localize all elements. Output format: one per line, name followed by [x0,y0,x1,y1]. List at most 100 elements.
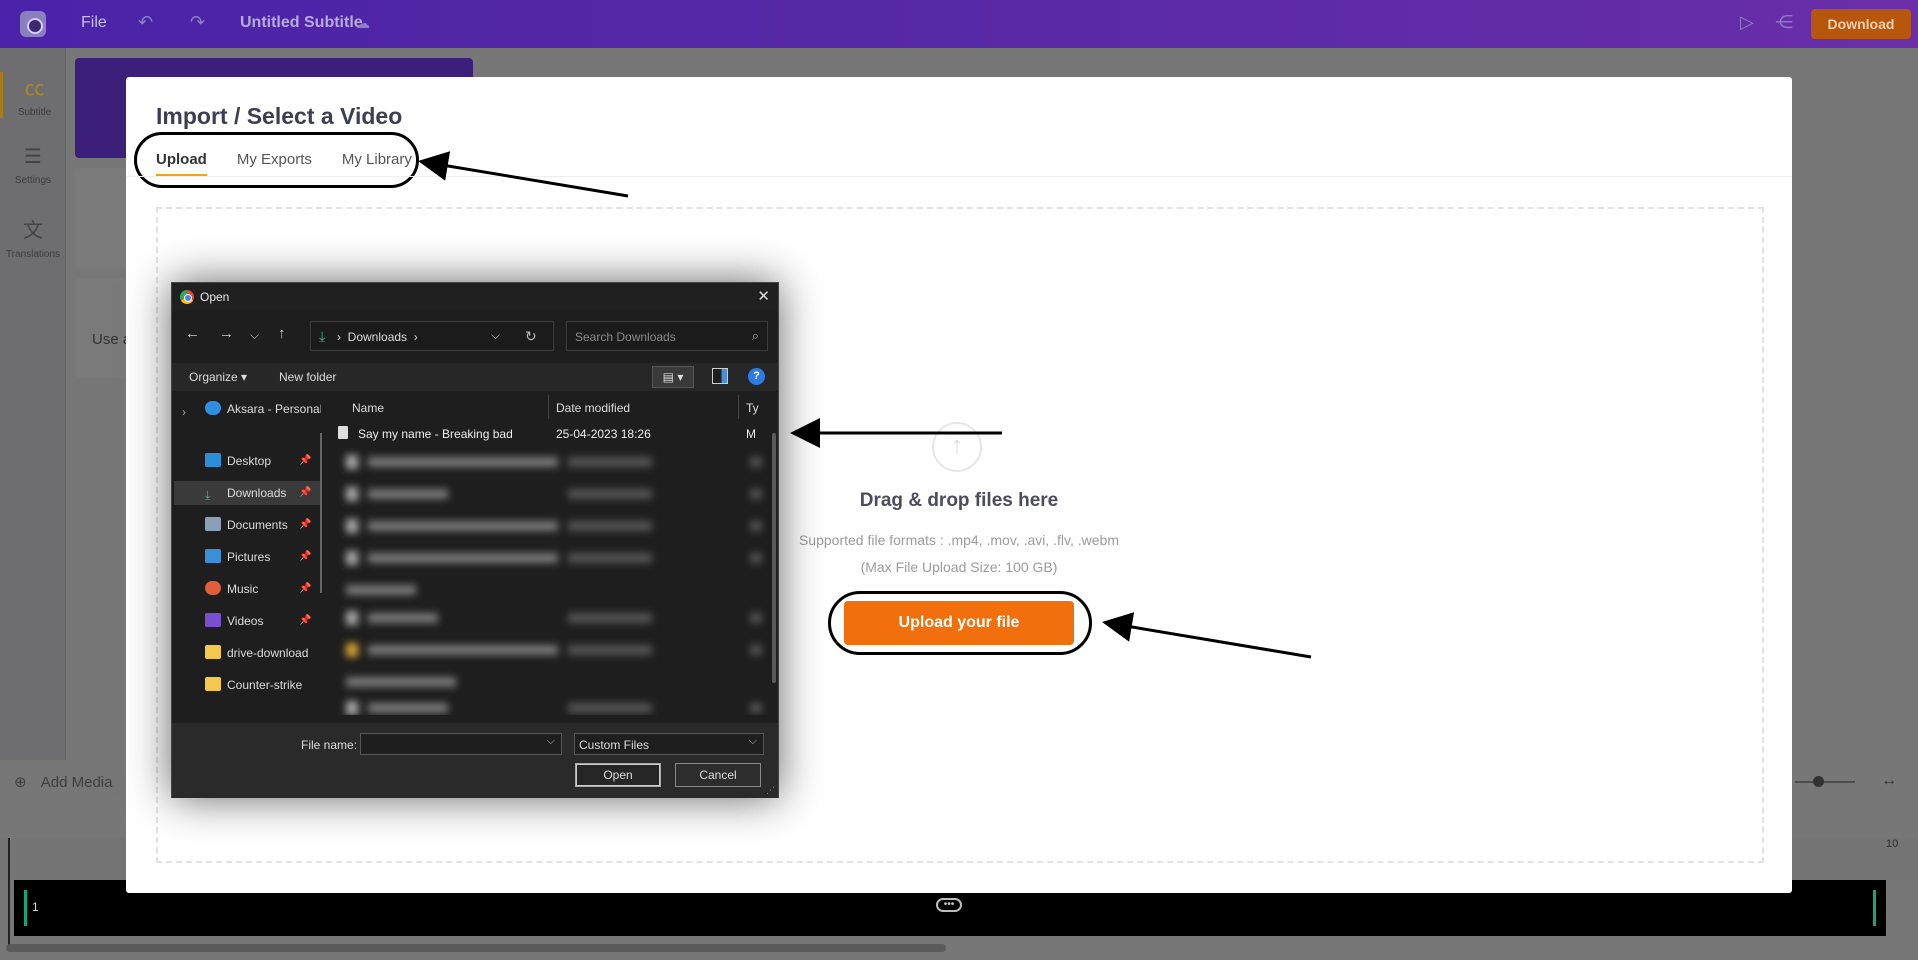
zoom-slider[interactable] [1795,776,1855,787]
file-name: Say my name - Breaking bad [358,427,513,441]
desktop-icon [205,453,221,467]
column-date-modified[interactable]: Date modified [556,401,630,415]
view-options-icon[interactable]: ▤ ▾ [652,366,694,388]
folder-icon [205,677,221,691]
dialog-titlebar: Open ✕ [172,283,778,311]
nav-item-drive-download[interactable]: drive-download [205,641,321,665]
blurred-file-row[interactable] [346,453,766,469]
preview-pane-icon[interactable] [712,368,728,384]
file-list-scrollbar[interactable] [772,433,776,683]
recent-locations-chevron-icon[interactable]: ⌵ [250,328,259,343]
sidebar-item-settings[interactable]: ☰ Settings [0,144,66,186]
file-menu[interactable]: File [81,14,107,32]
search-box[interactable]: Search Downloads ⌕ [566,321,768,351]
videos-icon [205,613,221,627]
upload-arrow-icon: ↑ [932,422,982,472]
blurred-file-row[interactable] [346,517,766,533]
blurred-file-row[interactable] [346,485,766,501]
nav-item-pictures[interactable]: Pictures [205,545,270,569]
undo-icon[interactable]: ↶ [138,12,153,33]
left-sidebar: ㏄ Subtitle ☰ Settings 文 Translations [0,48,66,760]
onedrive-icon [205,401,221,415]
download-button[interactable]: Download [1811,9,1911,39]
share-icon[interactable]: ⋲ [1775,12,1793,33]
modal-title: Import / Select a Video [156,103,403,129]
cc-icon: ㏄ [24,78,45,100]
breadcrumb-downloads[interactable]: Downloads [348,330,407,344]
blurred-file-row[interactable] [346,609,766,625]
up-arrow-icon[interactable]: ↑ [278,325,286,342]
forward-arrow-icon[interactable]: → [219,325,234,342]
blurred-file-row[interactable] [346,699,766,715]
file-date: 25-04-2023 18:26 [556,427,651,441]
close-icon[interactable]: ✕ [757,287,770,305]
column-name[interactable]: Name [352,401,384,415]
music-icon [205,581,221,595]
file-name-input[interactable] [360,733,562,755]
project-title[interactable]: Untitled Subtitle [240,14,363,32]
add-media-button[interactable]: ⊕ Add Media [14,773,112,791]
expand-chevron-icon[interactable]: › [182,405,186,419]
organize-button[interactable]: Organize ▾ [189,370,247,384]
download-icon: ⤓ [319,328,326,344]
nav-item-onedrive[interactable]: Aksara - Personal [205,397,321,421]
nav-item-videos[interactable]: Videos [205,609,263,633]
add-media-label: Add Media [40,774,113,791]
blurred-file-row[interactable] [346,549,766,565]
open-button[interactable]: Open [575,763,661,787]
blurred-file-row[interactable] [346,641,766,657]
search-icon: ⌕ [751,328,759,343]
nav-pane-scrollbar[interactable] [320,433,322,593]
column-divider[interactable] [548,395,549,419]
refresh-icon[interactable]: ↻ [525,328,537,345]
file-list-header: Name Date modified Ty [332,395,770,419]
more-options-icon[interactable]: ••• [936,898,962,912]
nav-item-music[interactable]: Music [205,577,258,601]
help-icon[interactable]: ? [748,368,765,385]
address-bar[interactable]: ⤓ › Downloads › ⌵ ↻ [310,321,554,351]
nav-item-documents[interactable]: Documents [205,513,288,537]
new-folder-button[interactable]: New folder [279,370,336,384]
sidebar-item-label: Translations [5,249,61,260]
back-arrow-icon[interactable]: ← [185,325,200,342]
timeline-scrollbar[interactable] [6,944,946,952]
play-preview-icon[interactable]: ▷ [1740,12,1754,33]
zoom-slider-knob[interactable] [1813,776,1824,787]
playhead[interactable] [8,838,10,948]
file-list: Name Date modified Ty Say my name - Brea… [332,395,770,715]
column-type[interactable]: Ty [746,401,759,415]
cancel-button[interactable]: Cancel [675,763,761,787]
track-start-handle[interactable] [24,890,27,926]
pin-icon: 📌 [299,615,312,626]
plus-circle-icon: ⊕ [14,774,27,791]
sidebar-item-translations[interactable]: 文 Translations [0,214,66,260]
blurred-group-header[interactable] [346,673,766,689]
pin-icon: 📌 [299,455,312,466]
nav-item-desktop[interactable]: Desktop [205,449,271,473]
column-divider[interactable] [738,395,739,419]
chrome-icon [180,290,194,304]
video-file-icon [338,426,348,439]
cloud-saved-icon: ☁ [356,15,370,31]
download-icon: ⤓ [205,488,211,502]
documents-icon [205,517,221,531]
resize-grip-icon[interactable]: ⋰ [766,785,775,796]
pin-icon: 📌 [299,551,312,562]
redo-icon[interactable]: ↷ [190,12,205,33]
divider [126,176,1792,177]
fit-width-icon[interactable]: ↔ [1881,772,1897,790]
chevron-down-icon[interactable]: ⌵ [491,328,500,343]
file-type-select[interactable]: Custom Files [574,733,764,755]
sidebar-item-subtitle[interactable]: ㏄ Subtitle [0,72,66,118]
app-logo[interactable] [20,11,46,37]
sidebar-item-label: Subtitle [17,107,52,118]
track-end-handle[interactable] [1873,890,1876,926]
file-name-label: File name: [301,738,358,752]
breadcrumb[interactable]: › Downloads › [337,330,418,344]
dialog-title: Open [200,290,230,304]
translate-icon: 文 [23,220,43,242]
file-row[interactable]: Say my name - Breaking bad 25-04-2023 18… [332,421,770,445]
upload-file-button[interactable]: Upload your file [844,601,1074,645]
nav-item-counter-strike[interactable]: Counter-strike [205,673,321,697]
blurred-group-header[interactable] [346,581,766,597]
